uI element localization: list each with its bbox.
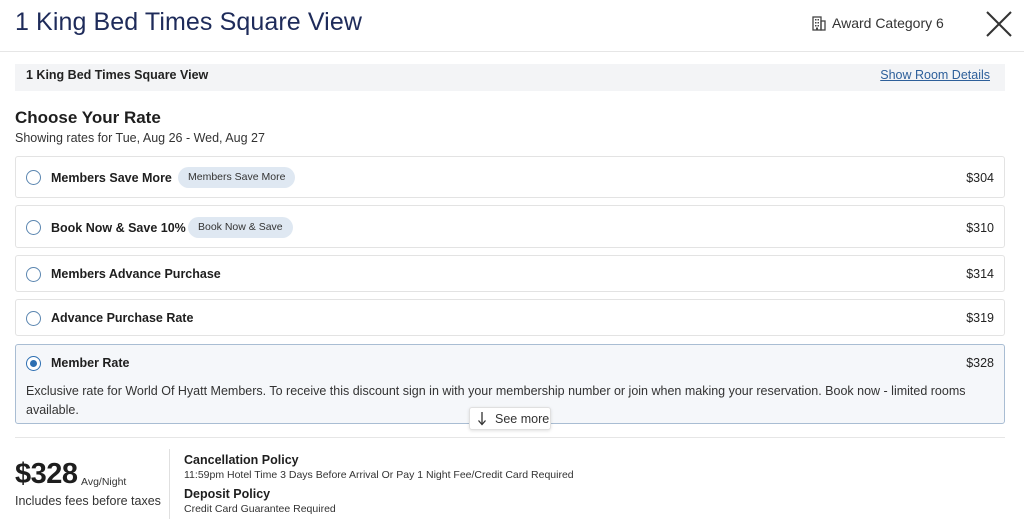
- cancellation-policy-text: 11:59pm Hotel Time 3 Days Before Arrival…: [184, 469, 574, 481]
- rate-price: $328: [966, 356, 994, 370]
- room-name: 1 King Bed Times Square View: [26, 68, 209, 82]
- rate-option-book-now-save[interactable]: Book Now & Save 10% Book Now & Save $310: [15, 205, 1005, 248]
- rate-radio-selected[interactable]: [26, 356, 41, 371]
- rate-radio[interactable]: [26, 170, 41, 185]
- rate-name: Member Rate: [51, 356, 130, 370]
- divider: [169, 449, 170, 519]
- rate-radio[interactable]: [26, 220, 41, 235]
- section-title: Choose Your Rate: [15, 108, 161, 127]
- rate-price: $314: [966, 267, 994, 281]
- rate-name: Members Save More: [51, 171, 172, 185]
- fees-note: Includes fees before taxes: [15, 494, 161, 508]
- see-more-label: See more: [495, 411, 550, 426]
- total-price: $328: [15, 458, 78, 490]
- rate-name: Advance Purchase Rate: [51, 311, 194, 325]
- cancellation-policy-title: Cancellation Policy: [184, 453, 299, 467]
- rate-radio[interactable]: [26, 311, 41, 326]
- close-icon[interactable]: [983, 8, 1015, 40]
- see-more-button[interactable]: See more: [469, 407, 551, 430]
- rate-option-members-advance-purchase[interactable]: Members Advance Purchase $314: [15, 255, 1005, 292]
- deposit-policy-title: Deposit Policy: [184, 487, 271, 501]
- building-icon: [812, 15, 826, 31]
- rate-name: Members Advance Purchase: [51, 267, 221, 281]
- rate-badge: Book Now & Save: [188, 217, 293, 238]
- deposit-policy-text: Credit Card Guarantee Required: [184, 503, 336, 515]
- rate-radio[interactable]: [26, 267, 41, 282]
- date-range-subtitle: Showing rates for Tue, Aug 26 - Wed, Aug…: [15, 131, 265, 145]
- rate-option-members-save-more[interactable]: Members Save More Members Save More $304: [15, 156, 1005, 198]
- award-category: Award Category 6: [812, 15, 944, 31]
- divider: [15, 437, 1005, 438]
- modal-header: 1 King Bed Times Square View Award Categ…: [0, 0, 1024, 52]
- radio-selected-dot: [29, 359, 37, 367]
- room-summary-bar: 1 King Bed Times Square View Show Room D…: [15, 64, 1005, 91]
- rate-name: Book Now & Save 10%: [51, 221, 186, 235]
- rate-price: $319: [966, 311, 994, 325]
- rate-badge: Members Save More: [178, 167, 296, 188]
- close-button[interactable]: [983, 8, 1015, 40]
- rate-option-advance-purchase[interactable]: Advance Purchase Rate $319: [15, 299, 1005, 336]
- price-unit: Avg/Night: [81, 476, 127, 488]
- award-category-label: Award Category 6: [832, 15, 944, 31]
- page-title: 1 King Bed Times Square View: [15, 8, 362, 36]
- arrow-down-icon: [478, 412, 486, 426]
- show-room-details-link[interactable]: Show Room Details: [880, 68, 990, 82]
- rate-price: $310: [966, 221, 994, 235]
- rate-price: $304: [966, 171, 994, 185]
